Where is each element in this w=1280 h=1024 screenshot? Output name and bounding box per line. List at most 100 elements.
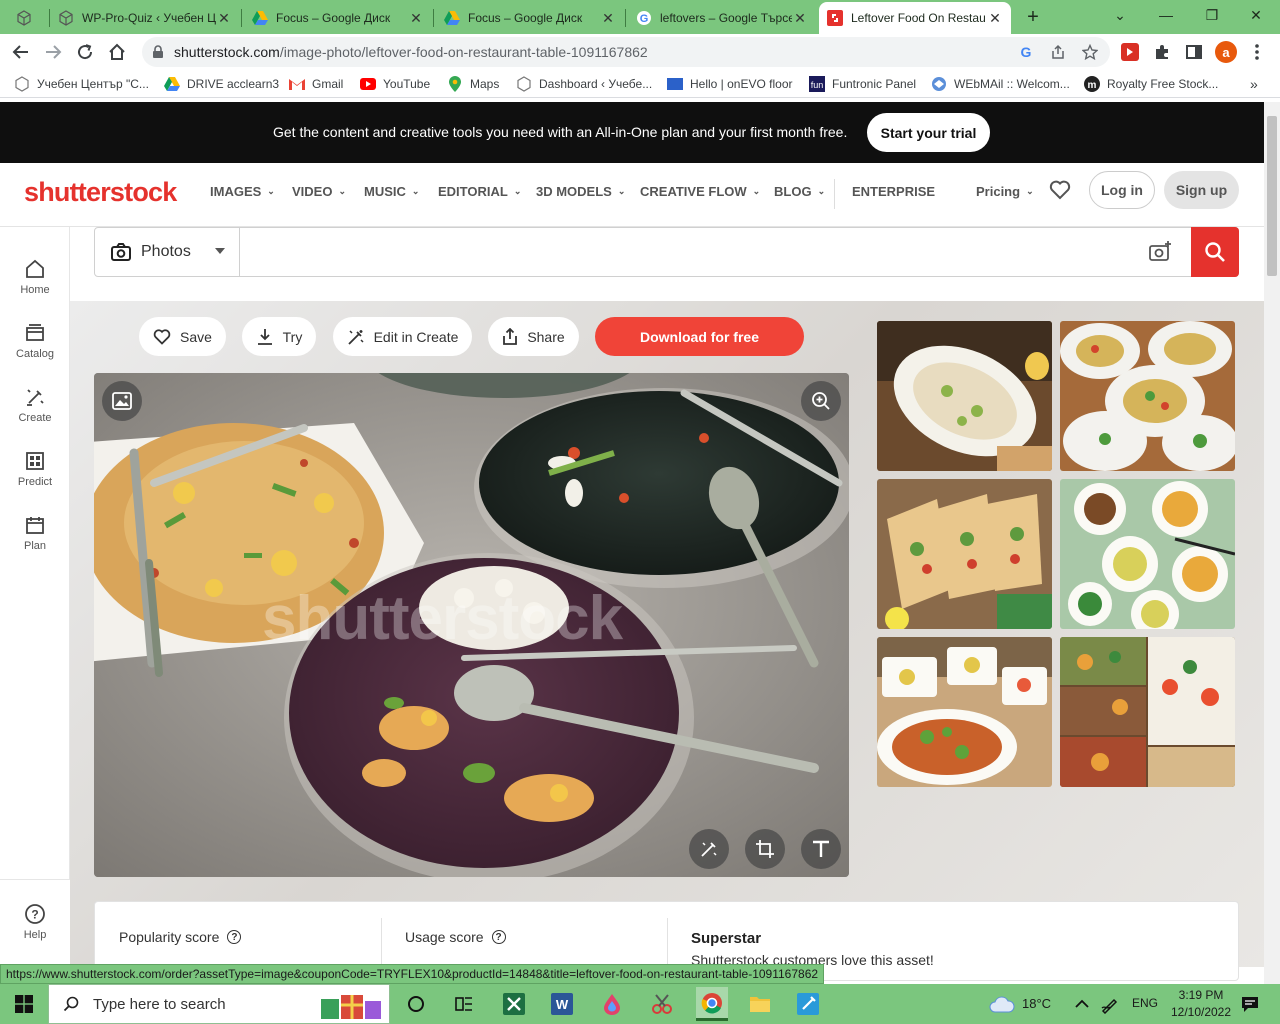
close-icon[interactable]: ✕ <box>216 10 232 27</box>
windows-start-icon[interactable] <box>10 990 38 1018</box>
nav-enterprise[interactable]: ENTERPRISE <box>852 184 935 199</box>
related-image-1[interactable] <box>877 321 1052 471</box>
weather-cloud-icon[interactable] <box>988 990 1016 1018</box>
page-scrollbar[interactable] <box>1264 102 1280 984</box>
profile-avatar[interactable]: a <box>1215 41 1237 63</box>
snipping-tool-icon[interactable] <box>648 990 676 1018</box>
help-icon[interactable]: ? <box>227 930 242 944</box>
nav-pricing[interactable]: Pricing ⌄ <box>976 184 1034 199</box>
rail-plan[interactable]: Plan <box>0 513 70 552</box>
more-bookmarks-icon[interactable]: » <box>1250 76 1258 92</box>
nav-editorial[interactable]: EDITORIAL ⌄ <box>438 184 521 199</box>
add-text-button[interactable] <box>801 829 841 869</box>
clock-date[interactable]: 12/10/2022 <box>1164 1005 1238 1019</box>
paint-3d-icon[interactable] <box>598 990 626 1018</box>
taskbar-search[interactable]: Type here to search <box>48 984 390 1024</box>
related-image-2[interactable] <box>1060 321 1235 471</box>
save-button[interactable]: Save <box>139 317 226 356</box>
crop-button[interactable] <box>745 829 785 869</box>
address-bar[interactable]: shutterstock.com/image-photo/leftover-fo… <box>142 37 1110 67</box>
gift-icon[interactable] <box>319 989 383 1024</box>
tab-wp-pro-quiz[interactable]: WP-Pro-Quiz ‹ Учебен Ц ✕ <box>50 4 240 32</box>
reload-button[interactable] <box>72 39 98 65</box>
pen-icon[interactable] <box>1096 990 1124 1018</box>
bookmark-drive[interactable]: DRIVE acclearn3 <box>164 76 279 92</box>
new-tab-button[interactable]: + <box>1022 6 1044 28</box>
back-button[interactable] <box>8 39 34 65</box>
tab-pinned[interactable] <box>8 4 48 32</box>
tab-search-icon[interactable]: ⌄ <box>1098 0 1142 30</box>
widgets-icon[interactable] <box>450 990 478 1018</box>
bookmark-youtube[interactable]: YouTube <box>360 76 430 92</box>
kebab-menu-icon[interactable] <box>1246 41 1268 63</box>
related-image-6[interactable] <box>1060 637 1235 787</box>
tab-leftovers-search[interactable]: G leftovers – Google Търсе ✕ <box>628 4 816 32</box>
home-button[interactable] <box>104 39 130 65</box>
help-icon[interactable]: ? <box>491 930 506 944</box>
nav-3d-models[interactable]: 3D MODELS ⌄ <box>536 184 625 199</box>
image-info-button[interactable] <box>102 381 142 421</box>
search-input[interactable] <box>245 238 1135 266</box>
close-icon[interactable]: ✕ <box>792 10 808 27</box>
main-photo[interactable]: shutterstock <box>94 373 849 877</box>
tab-focus-drive-2[interactable]: Focus – Google Диск ✕ <box>436 4 624 32</box>
tab-focus-drive-1[interactable]: Focus – Google Диск ✕ <box>244 4 432 32</box>
extension-red-icon[interactable] <box>1119 41 1141 63</box>
shutterstock-logo[interactable]: shutterstock <box>24 177 177 208</box>
tab-shutterstock-active[interactable]: Leftover Food On Restau ✕ <box>819 2 1011 34</box>
signup-button[interactable]: Sign up <box>1164 171 1239 209</box>
clock-time[interactable]: 3:19 PM <box>1168 988 1234 1002</box>
help-button[interactable]: ? Help <box>0 902 70 941</box>
search-by-image-icon[interactable] <box>1148 240 1174 264</box>
login-button[interactable]: Log in <box>1089 171 1155 209</box>
zoom-button[interactable] <box>801 381 841 421</box>
input-language[interactable]: ENG <box>1132 996 1158 1010</box>
close-icon[interactable]: ✕ <box>408 10 424 27</box>
chrome-taskbar-icon[interactable] <box>696 987 728 1021</box>
related-image-3[interactable] <box>877 479 1052 629</box>
star-icon[interactable] <box>1082 44 1098 60</box>
bookmark-webmail[interactable]: WEbMAil :: Welcom... <box>931 76 1070 92</box>
window-close-icon[interactable]: ✕ <box>1234 0 1278 30</box>
share-button[interactable]: Share <box>488 317 579 356</box>
try-button[interactable]: Try <box>242 317 316 356</box>
google-lens-icon[interactable]: G <box>1018 44 1034 60</box>
close-icon[interactable]: ✕ <box>600 10 616 27</box>
nav-images[interactable]: IMAGES ⌄ <box>210 184 275 199</box>
forward-button[interactable] <box>40 39 66 65</box>
excel-icon[interactable] <box>500 990 528 1018</box>
restore-icon[interactable]: ❐ <box>1190 0 1234 30</box>
rail-predict[interactable]: Predict <box>0 449 70 488</box>
nav-creative-flow[interactable]: CREATIVE FLOW ⌄ <box>640 184 760 199</box>
bookmark-uchebentsentar[interactable]: Учебен Център "С... <box>14 76 149 92</box>
minimize-icon[interactable]: — <box>1144 0 1188 30</box>
bookmark-dashboard[interactable]: Dashboard ‹ Учебе... <box>516 76 652 92</box>
word-icon[interactable]: W <box>548 990 576 1018</box>
share-page-icon[interactable] <box>1050 44 1066 60</box>
chevron-up-icon[interactable] <box>1068 990 1096 1018</box>
search-submit-button[interactable] <box>1191 227 1239 277</box>
nav-music[interactable]: MUSIC ⌄ <box>364 184 419 199</box>
close-icon[interactable]: ✕ <box>987 10 1003 27</box>
file-explorer-icon[interactable] <box>746 990 774 1018</box>
rail-catalog[interactable]: Catalog <box>0 321 70 360</box>
scrollbar-thumb[interactable] <box>1267 116 1277 276</box>
side-panel-icon[interactable] <box>1183 41 1205 63</box>
related-image-5[interactable] <box>877 637 1052 787</box>
nav-blog[interactable]: BLOG ⌄ <box>774 184 825 199</box>
related-image-4[interactable] <box>1060 479 1235 629</box>
notification-icon[interactable] <box>1236 990 1264 1018</box>
magic-edit-button[interactable] <box>689 829 729 869</box>
notepad-plus-icon[interactable] <box>794 990 822 1018</box>
rail-home[interactable]: Home <box>0 257 70 296</box>
download-for-free-button[interactable]: Download for free <box>595 317 804 356</box>
lock-icon[interactable] <box>152 45 164 62</box>
bookmark-maps[interactable]: Maps <box>447 76 499 92</box>
nav-video[interactable]: VIDEO ⌄ <box>292 184 346 199</box>
bookmark-gmail[interactable]: Gmail <box>289 76 343 92</box>
bookmark-royalty-free[interactable]: m Royalty Free Stock... <box>1084 76 1218 92</box>
bookmark-onevo[interactable]: Hello | onEVO floor <box>667 76 793 92</box>
bookmark-funtronic[interactable]: fun Funtronic Panel <box>809 76 916 92</box>
rail-create[interactable]: Create <box>0 385 70 424</box>
favorites-button[interactable] <box>1044 171 1076 209</box>
